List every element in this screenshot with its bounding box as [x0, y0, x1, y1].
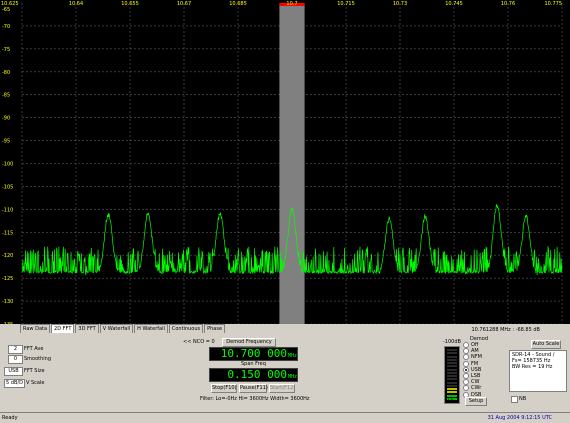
y-tick-label: -115 [2, 230, 13, 236]
radio-icon[interactable] [463, 385, 469, 392]
center-frequency-unit: MHz [287, 353, 297, 359]
x-tick-label: 10.745 [445, 1, 463, 7]
y-tick-label: -135 [2, 322, 13, 324]
nco-label: << NCO = 0 [183, 339, 215, 345]
signal-meter-bars [447, 349, 457, 401]
center-frequency-value: 10.700 000 [220, 347, 287, 360]
span-frequency-value: 0.150 000 [227, 368, 287, 381]
x-tick-label: 10.7 [286, 1, 297, 7]
x-tick-label: 10.655 [121, 1, 139, 7]
y-tick-label: -85 [2, 93, 10, 99]
cursor-readout: 10.761288 MHz : -68.85 dB [471, 327, 540, 333]
tab-phase[interactable]: Phase [204, 324, 226, 333]
demod-mode-label: CWr [471, 385, 482, 392]
radio-icon[interactable] [463, 366, 469, 373]
stop-button[interactable]: Stop(F10) [211, 384, 237, 393]
x-tick-label: 10.685 [229, 1, 247, 7]
radio-icon[interactable] [463, 354, 469, 361]
tab-h-waterfall[interactable]: H Waterfall [134, 324, 168, 333]
meter-segment [447, 371, 457, 374]
y-tick-label: -125 [2, 276, 13, 282]
y-tick-label: -65 [2, 7, 10, 13]
pause-button[interactable]: Pause(F11) [239, 384, 268, 393]
y-tick-label: -90 [2, 116, 10, 122]
demod-mode-label: FM [471, 360, 479, 367]
meter-segment [447, 349, 457, 351]
y-tick-label: -75 [2, 47, 10, 53]
meter-segment [447, 362, 457, 364]
y-tick-label: -95 [2, 139, 10, 145]
status-bar: Ready 31 Aug 2004 9:12:15 UTC [0, 412, 570, 423]
radio-icon[interactable] [463, 342, 469, 349]
x-tick-label: 10.76 [501, 1, 515, 7]
start-button[interactable]: Start(F12) [269, 384, 295, 393]
meter-segment [447, 375, 457, 377]
smoothing-value[interactable]: 0 [8, 355, 23, 364]
tab-2d-fft[interactable]: 2D FFT [51, 324, 75, 333]
signal-meter [444, 346, 460, 404]
nb-label: NB [519, 396, 527, 402]
sdr-info-line: BW Res = 19 Hz [512, 364, 553, 370]
tab-v-waterfall[interactable]: V Waterfall [99, 324, 134, 333]
setup-button[interactable]: Setup [465, 397, 487, 406]
vscale-label: V Scale [26, 380, 45, 386]
span-frequency-unit: MHz [287, 374, 297, 380]
y-tick-label: -120 [2, 253, 13, 259]
y-tick-label: -110 [2, 207, 13, 213]
y-tick-label: -105 [2, 184, 13, 190]
y-tick-label: -100 [2, 162, 13, 168]
center-frequency-display[interactable]: 10.700 000MHz [209, 347, 298, 361]
meter-label: -100dB [443, 339, 461, 345]
auto-scale-button[interactable]: Auto Scale [531, 340, 561, 349]
meter-segment [447, 388, 457, 390]
x-tick-label: 10.73 [393, 1, 407, 7]
tab-3d-fft[interactable]: 3D FFT [75, 324, 99, 333]
demod-mode-label: LSB [471, 373, 481, 380]
demod-mode-label: USB [471, 366, 482, 373]
demod-mode-label: AM [471, 348, 479, 355]
fft-ave-value[interactable]: 2 [8, 345, 23, 354]
demod-bandwidth-highlight[interactable] [279, 3, 305, 324]
meter-value: 3.6 [447, 397, 454, 402]
meter-segment [447, 381, 457, 384]
vscale-select[interactable]: 5 dB/D [4, 379, 25, 388]
filter-info: Filter: Lo=-0Hz Hi= 3600Hz Width= 3600Hz [200, 396, 310, 402]
radio-icon[interactable] [463, 373, 469, 380]
meter-segment [447, 355, 457, 358]
nb-checkbox[interactable] [511, 396, 518, 403]
view-tabs: Raw Data 2D FFT 3D FFT V Waterfall H Waterfa… [20, 324, 226, 333]
demod-mode-label: NFM [471, 354, 482, 361]
y-tick-label: -130 [2, 299, 13, 305]
radio-icon[interactable] [463, 360, 469, 367]
demod-mode-label: Off [471, 342, 479, 349]
meter-segment [447, 365, 457, 368]
demod-mode-label: CW [471, 379, 480, 386]
meter-segment [447, 352, 457, 355]
x-tick-label: 10.64 [69, 1, 83, 7]
meter-segment [447, 358, 457, 361]
tab-raw-data[interactable]: Raw Data [20, 324, 51, 333]
radio-icon[interactable] [463, 379, 469, 386]
y-tick-label: -80 [2, 70, 10, 76]
x-tick-label: 10.775 [545, 1, 563, 7]
smoothing-label: Smoothing [24, 356, 52, 362]
x-tick-label: 10.67 [177, 1, 191, 7]
tab-continuous[interactable]: Continuous [168, 324, 204, 333]
y-tick-label: -70 [2, 24, 10, 30]
fft-size-select[interactable]: USB [4, 367, 23, 376]
meter-segment [447, 391, 457, 394]
demod-frequency-button[interactable]: Demod Frequency [222, 338, 276, 347]
span-frequency-display[interactable]: 0.150 000MHz [209, 368, 298, 382]
fft-size-label: FFT Size [24, 368, 45, 374]
x-tick-label: 10.715 [337, 1, 355, 7]
radio-icon[interactable] [463, 348, 469, 355]
meter-segment [447, 378, 457, 381]
sdr-info-box: SDR-14 - Sound / Fs= 158735 Hz BW Res = … [509, 350, 567, 392]
meter-segment [447, 368, 457, 371]
demod-mode-list: Off AM NFM FM USB LSB CW CWr DSB [463, 342, 493, 398]
fft-ave-label: FFT Ave [24, 346, 44, 352]
span-label: Span Freq [241, 361, 266, 367]
spectrum-display[interactable]: 10.625 10.64 10.655 10.67 10.685 10.7 10.715 10… [0, 0, 570, 324]
meter-segment [447, 384, 457, 387]
